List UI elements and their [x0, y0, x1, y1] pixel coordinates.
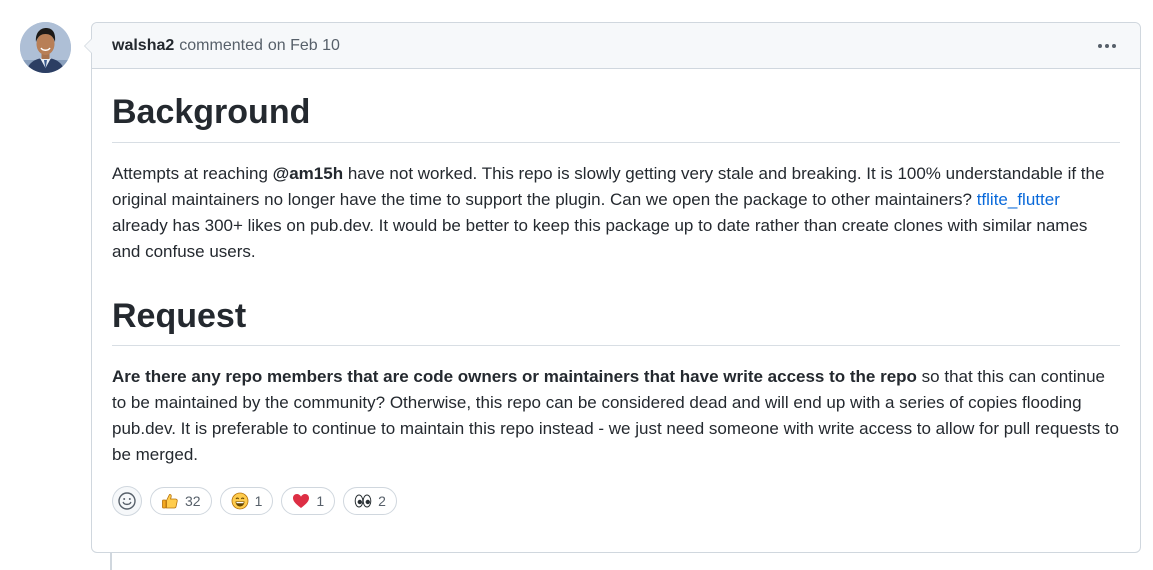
- laugh-icon: [231, 492, 248, 510]
- smiley-icon: [118, 492, 136, 510]
- avatar[interactable]: [20, 22, 71, 73]
- comment-action: commented: [179, 36, 263, 54]
- paragraph-request: Are there any repo members that are code…: [112, 364, 1120, 468]
- comment-body: Background Attempts at reaching @am15h h…: [92, 91, 1140, 516]
- reaction-count: 32: [185, 493, 201, 509]
- paragraph-background: Attempts at reaching @am15h have not wor…: [112, 161, 1120, 265]
- heart-icon: [293, 494, 310, 508]
- p2-bold-text: Are there any repo members that are code…: [112, 367, 917, 386]
- heading-background: Background: [112, 91, 1120, 143]
- p1-text-3: already has 300+ likes on pub.dev. It wo…: [112, 215, 1088, 261]
- comment-box: walsha2 commented on Feb 10 Background A…: [84, 22, 1141, 553]
- comment-date[interactable]: on Feb 10: [268, 37, 340, 55]
- add-reaction-button[interactable]: [112, 486, 142, 516]
- reaction-laugh-button[interactable]: 1: [219, 487, 274, 515]
- timeline-line: [110, 552, 112, 570]
- reaction-heart-button[interactable]: 1: [281, 487, 336, 515]
- comment-header: walsha2 commented on Feb 10: [92, 23, 1140, 69]
- reaction-thumbs-up-button[interactable]: 32: [150, 487, 212, 515]
- p1-text-1: Attempts at reaching: [112, 163, 273, 183]
- heading-request: Request: [112, 295, 1120, 346]
- eyes-icon: [354, 494, 372, 508]
- user-mention[interactable]: @am15h: [273, 164, 343, 183]
- tflite-flutter-link[interactable]: tflite_flutter: [977, 190, 1060, 209]
- reactions-bar: 32 1 1 2: [112, 486, 1120, 516]
- reaction-eyes-button[interactable]: 2: [343, 487, 397, 515]
- reaction-count: 1: [316, 493, 325, 509]
- comment-pointer-inner: [85, 38, 93, 54]
- kebab-horizontal-icon[interactable]: [1094, 38, 1120, 54]
- reaction-count: 2: [378, 493, 386, 509]
- avatar-image: [20, 22, 71, 73]
- reaction-count: 1: [254, 493, 263, 509]
- comment-author[interactable]: walsha2: [112, 37, 174, 55]
- thumbs-up-icon: [162, 494, 178, 509]
